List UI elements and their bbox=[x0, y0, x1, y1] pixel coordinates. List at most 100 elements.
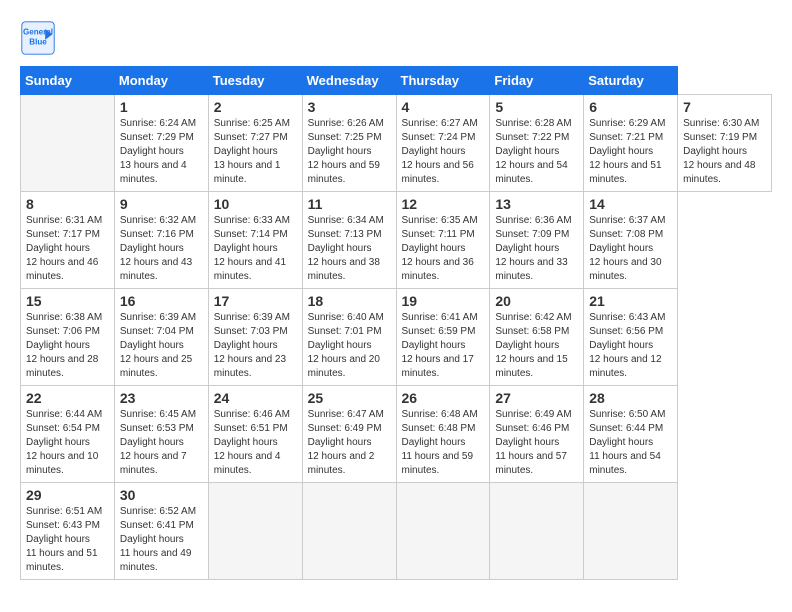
day-number: 23 bbox=[120, 390, 203, 406]
calendar-week-1: 8 Sunrise: 6:31 AMSunset: 7:17 PMDaylight… bbox=[21, 192, 772, 289]
weekday-header-friday: Friday bbox=[490, 67, 584, 95]
day-number: 20 bbox=[495, 293, 578, 309]
day-info: Sunrise: 6:41 AMSunset: 6:59 PMDaylight … bbox=[402, 311, 485, 381]
day-info: Sunrise: 6:38 AMSunset: 7:06 PMDaylight … bbox=[26, 311, 109, 381]
logo-icon: General Blue bbox=[20, 20, 56, 56]
day-info: Sunrise: 6:29 AMSunset: 7:21 PMDaylight … bbox=[589, 117, 672, 187]
day-number: 16 bbox=[120, 293, 203, 309]
weekday-header-wednesday: Wednesday bbox=[302, 67, 396, 95]
day-number: 18 bbox=[308, 293, 391, 309]
day-info: Sunrise: 6:52 AMSunset: 6:41 PMDaylight … bbox=[120, 505, 203, 575]
day-info: Sunrise: 6:46 AMSunset: 6:51 PMDaylight … bbox=[214, 408, 297, 478]
day-info: Sunrise: 6:45 AMSunset: 6:53 PMDaylight … bbox=[120, 408, 203, 478]
day-number: 1 bbox=[120, 99, 203, 115]
calendar-cell-empty bbox=[21, 95, 115, 192]
day-number: 21 bbox=[589, 293, 672, 309]
day-number: 5 bbox=[495, 99, 578, 115]
weekday-header-sunday: Sunday bbox=[21, 67, 115, 95]
calendar-cell: 26Sunrise: 6:48 AMSunset: 6:48 PMDayligh… bbox=[396, 386, 490, 483]
day-number: 30 bbox=[120, 487, 203, 503]
day-info: Sunrise: 6:48 AMSunset: 6:48 PMDaylight … bbox=[402, 408, 485, 478]
calendar-week-2: 15 Sunrise: 6:38 AMSunset: 7:06 PMDayligh… bbox=[21, 289, 772, 386]
calendar-cell: 19Sunrise: 6:41 AMSunset: 6:59 PMDayligh… bbox=[396, 289, 490, 386]
day-number: 28 bbox=[589, 390, 672, 406]
day-info: Sunrise: 6:39 AMSunset: 7:04 PMDaylight … bbox=[120, 311, 203, 381]
calendar-cell: 21 Sunrise: 6:43 AMSunset: 6:56 PMDayligh… bbox=[584, 289, 678, 386]
day-info: Sunrise: 6:24 AMSunset: 7:29 PMDaylight … bbox=[120, 117, 203, 187]
day-info: Sunrise: 6:39 AMSunset: 7:03 PMDaylight … bbox=[214, 311, 297, 381]
day-info: Sunrise: 6:47 AMSunset: 6:49 PMDaylight … bbox=[308, 408, 391, 478]
day-number: 15 bbox=[26, 293, 109, 309]
day-info: Sunrise: 6:27 AMSunset: 7:24 PMDaylight … bbox=[402, 117, 485, 187]
calendar-week-3: 22Sunrise: 6:44 AMSunset: 6:54 PMDayligh… bbox=[21, 386, 772, 483]
calendar-cell: 23 Sunrise: 6:45 AMSunset: 6:53 PMDayligh… bbox=[114, 386, 208, 483]
calendar-cell: 8 Sunrise: 6:31 AMSunset: 7:17 PMDaylight… bbox=[21, 192, 115, 289]
calendar-cell: 17 Sunrise: 6:39 AMSunset: 7:03 PMDayligh… bbox=[208, 289, 302, 386]
calendar-cell bbox=[208, 483, 302, 580]
calendar-week-0: 1 Sunrise: 6:24 AMSunset: 7:29 PMDaylight… bbox=[21, 95, 772, 192]
day-info: Sunrise: 6:36 AMSunset: 7:09 PMDaylight … bbox=[495, 214, 578, 284]
day-number: 10 bbox=[214, 196, 297, 212]
calendar-cell: 28Sunrise: 6:50 AMSunset: 6:44 PMDayligh… bbox=[584, 386, 678, 483]
calendar-cell: 20 Sunrise: 6:42 AMSunset: 6:58 PMDayligh… bbox=[490, 289, 584, 386]
weekday-header-saturday: Saturday bbox=[584, 67, 678, 95]
day-number: 22 bbox=[26, 390, 109, 406]
day-info: Sunrise: 6:31 AMSunset: 7:17 PMDaylight … bbox=[26, 214, 109, 284]
calendar-cell: 2Sunrise: 6:25 AMSunset: 7:27 PMDaylight… bbox=[208, 95, 302, 192]
calendar-table: SundayMondayTuesdayWednesdayThursdayFrid… bbox=[20, 66, 772, 580]
calendar-cell: 12Sunrise: 6:35 AMSunset: 7:11 PMDayligh… bbox=[396, 192, 490, 289]
calendar-cell: 30 Sunrise: 6:52 AMSunset: 6:41 PMDayligh… bbox=[114, 483, 208, 580]
page-header: General Blue bbox=[20, 20, 772, 56]
day-number: 6 bbox=[589, 99, 672, 115]
weekday-header-row: SundayMondayTuesdayWednesdayThursdayFrid… bbox=[21, 67, 772, 95]
weekday-header-monday: Monday bbox=[114, 67, 208, 95]
day-info: Sunrise: 6:34 AMSunset: 7:13 PMDaylight … bbox=[308, 214, 391, 284]
day-number: 17 bbox=[214, 293, 297, 309]
calendar-cell: 10Sunrise: 6:33 AMSunset: 7:14 PMDayligh… bbox=[208, 192, 302, 289]
day-number: 9 bbox=[120, 196, 203, 212]
day-info: Sunrise: 6:32 AMSunset: 7:16 PMDaylight … bbox=[120, 214, 203, 284]
day-info: Sunrise: 6:42 AMSunset: 6:58 PMDaylight … bbox=[495, 311, 578, 381]
day-info: Sunrise: 6:43 AMSunset: 6:56 PMDaylight … bbox=[589, 311, 672, 381]
calendar-cell: 7Sunrise: 6:30 AMSunset: 7:19 PMDaylight… bbox=[678, 95, 772, 192]
calendar-cell: 4 Sunrise: 6:27 AMSunset: 7:24 PMDaylight… bbox=[396, 95, 490, 192]
calendar-cell: 27 Sunrise: 6:49 AMSunset: 6:46 PMDayligh… bbox=[490, 386, 584, 483]
calendar-cell: 14 Sunrise: 6:37 AMSunset: 7:08 PMDayligh… bbox=[584, 192, 678, 289]
day-number: 2 bbox=[214, 99, 297, 115]
day-number: 24 bbox=[214, 390, 297, 406]
calendar-cell: 15 Sunrise: 6:38 AMSunset: 7:06 PMDayligh… bbox=[21, 289, 115, 386]
calendar-cell: 24 Sunrise: 6:46 AMSunset: 6:51 PMDayligh… bbox=[208, 386, 302, 483]
calendar-cell bbox=[302, 483, 396, 580]
calendar-cell: 18 Sunrise: 6:40 AMSunset: 7:01 PMDayligh… bbox=[302, 289, 396, 386]
day-number: 27 bbox=[495, 390, 578, 406]
calendar-cell bbox=[584, 483, 678, 580]
day-number: 13 bbox=[495, 196, 578, 212]
calendar-cell: 3Sunrise: 6:26 AMSunset: 7:25 PMDaylight… bbox=[302, 95, 396, 192]
day-number: 7 bbox=[683, 99, 766, 115]
day-number: 4 bbox=[402, 99, 485, 115]
calendar-cell: 13 Sunrise: 6:36 AMSunset: 7:09 PMDayligh… bbox=[490, 192, 584, 289]
calendar-cell: 5 Sunrise: 6:28 AMSunset: 7:22 PMDaylight… bbox=[490, 95, 584, 192]
day-info: Sunrise: 6:28 AMSunset: 7:22 PMDaylight … bbox=[495, 117, 578, 187]
calendar-cell: 6 Sunrise: 6:29 AMSunset: 7:21 PMDaylight… bbox=[584, 95, 678, 192]
day-info: Sunrise: 6:40 AMSunset: 7:01 PMDaylight … bbox=[308, 311, 391, 381]
day-number: 8 bbox=[26, 196, 109, 212]
day-number: 3 bbox=[308, 99, 391, 115]
calendar-cell: 11 Sunrise: 6:34 AMSunset: 7:13 PMDayligh… bbox=[302, 192, 396, 289]
day-info: Sunrise: 6:35 AMSunset: 7:11 PMDaylight … bbox=[402, 214, 485, 284]
calendar-cell: 1 Sunrise: 6:24 AMSunset: 7:29 PMDaylight… bbox=[114, 95, 208, 192]
calendar-cell: 9 Sunrise: 6:32 AMSunset: 7:16 PMDaylight… bbox=[114, 192, 208, 289]
logo: General Blue bbox=[20, 20, 62, 56]
calendar-cell: 16 Sunrise: 6:39 AMSunset: 7:04 PMDayligh… bbox=[114, 289, 208, 386]
weekday-header-thursday: Thursday bbox=[396, 67, 490, 95]
day-number: 29 bbox=[26, 487, 109, 503]
calendar-week-4: 29 Sunrise: 6:51 AMSunset: 6:43 PMDayligh… bbox=[21, 483, 772, 580]
day-info: Sunrise: 6:37 AMSunset: 7:08 PMDaylight … bbox=[589, 214, 672, 284]
weekday-header-tuesday: Tuesday bbox=[208, 67, 302, 95]
day-info: Sunrise: 6:49 AMSunset: 6:46 PMDaylight … bbox=[495, 408, 578, 478]
calendar-cell: 25Sunrise: 6:47 AMSunset: 6:49 PMDayligh… bbox=[302, 386, 396, 483]
calendar-cell bbox=[396, 483, 490, 580]
day-info: Sunrise: 6:51 AMSunset: 6:43 PMDaylight … bbox=[26, 505, 109, 575]
day-number: 14 bbox=[589, 196, 672, 212]
day-number: 11 bbox=[308, 196, 391, 212]
